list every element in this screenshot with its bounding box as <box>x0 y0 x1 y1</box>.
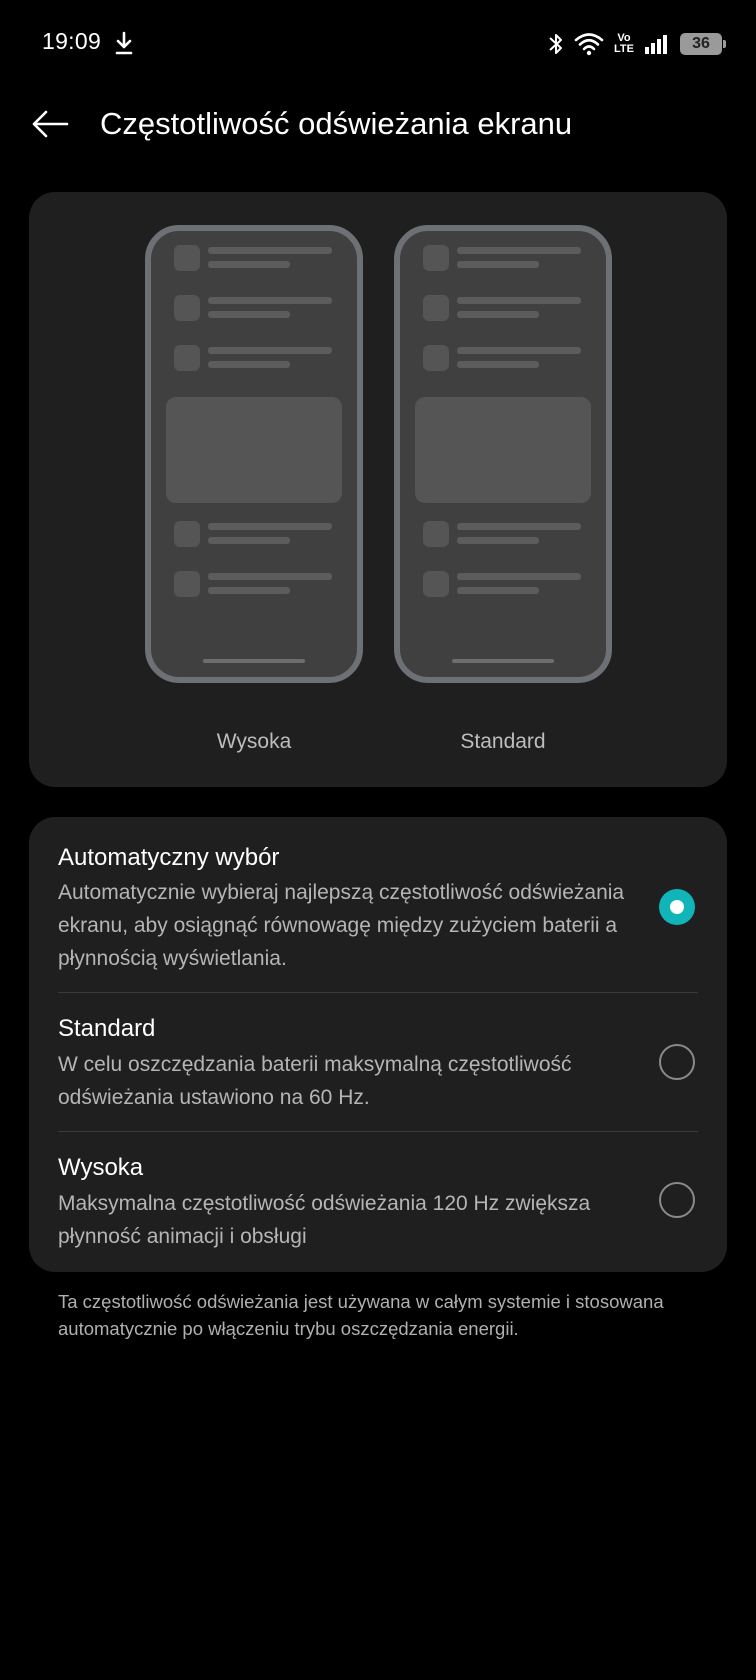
option-title: Wysoka <box>58 1154 144 1181</box>
preview-row <box>423 521 587 547</box>
volte-icon: Vo LTE <box>614 32 634 55</box>
arrow-left-icon <box>32 110 69 138</box>
bluetooth-icon <box>549 34 563 54</box>
preview-block <box>415 397 591 503</box>
options-card: Automatyczny wybór Automatycznie wybiera… <box>29 817 727 1272</box>
option-title: Automatyczny wybór <box>58 844 280 871</box>
preview-phone-standard[interactable] <box>394 225 612 683</box>
option-description: Automatycznie wybieraj najlepszą częstot… <box>58 881 625 970</box>
preview-row <box>423 245 587 271</box>
preview-card: Wysoka Standard <box>29 192 727 787</box>
status-bar: 19:09 Vo LTE 36 <box>0 0 756 86</box>
preview-block <box>166 397 342 503</box>
status-time: 19:09 <box>42 28 102 54</box>
option-standard[interactable]: Standard W celu oszczędzania baterii mak… <box>29 993 727 1131</box>
battery-level: 36 <box>692 35 710 52</box>
download-icon <box>115 31 133 55</box>
radio-standard[interactable] <box>659 1044 695 1080</box>
preview-row <box>174 345 338 371</box>
signal-icon <box>645 35 667 54</box>
preview-label-high: Wysoka <box>216 730 292 753</box>
status-icons: Vo LTE 36 <box>548 28 726 60</box>
option-description: W celu oszczędzania baterii maksymalną c… <box>58 1053 572 1109</box>
radio-high[interactable] <box>659 1182 695 1218</box>
preview-row <box>174 571 338 597</box>
preview-row <box>423 295 587 321</box>
preview-row <box>174 245 338 271</box>
page-title: Częstotliwość odświeżania ekranu <box>100 106 573 141</box>
back-button[interactable] <box>28 102 72 146</box>
battery-icon: 36 <box>680 33 726 55</box>
preview-row <box>423 571 587 597</box>
radio-auto[interactable] <box>659 889 695 925</box>
home-indicator <box>203 659 305 663</box>
preview-row <box>174 521 338 547</box>
preview-row <box>174 295 338 321</box>
option-title: Standard <box>58 1015 156 1042</box>
option-auto[interactable]: Automatyczny wybór Automatycznie wybiera… <box>29 817 727 992</box>
preview-label-standard: Standard <box>460 730 546 753</box>
home-indicator <box>452 659 554 663</box>
header: Częstotliwość odświeżania ekranu <box>0 96 756 152</box>
footnote: Ta częstotliwość odświeżania jest używan… <box>58 1291 664 1339</box>
preview-row <box>423 345 587 371</box>
preview-phone-high[interactable] <box>145 225 363 683</box>
option-description: Maksymalna częstotliwość odświeżania 120… <box>58 1192 591 1248</box>
option-high[interactable]: Wysoka Maksymalna częstotliwość odświeża… <box>29 1132 727 1272</box>
wifi-icon <box>574 33 604 56</box>
